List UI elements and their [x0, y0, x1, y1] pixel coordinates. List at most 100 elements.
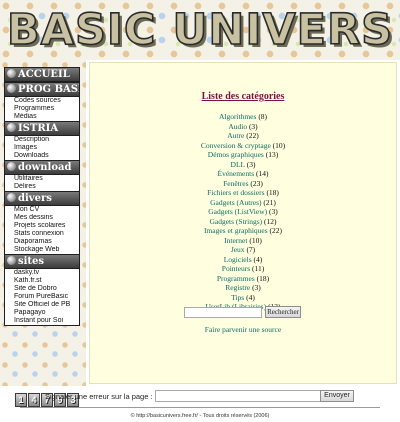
- category-link[interactable]: Tips: [231, 293, 244, 302]
- category-count: (18): [256, 273, 270, 283]
- sidebar-item-description[interactable]: Description: [5, 136, 79, 144]
- sidebar-group-divers: Mon CV Mes dessins Projets scolaires Sta…: [4, 206, 80, 255]
- category-count: (4): [246, 292, 255, 302]
- category-count: (10): [249, 235, 262, 245]
- bullet-icon: [7, 193, 16, 202]
- site-banner[interactable]: BASIC UNIVERS: [0, 0, 400, 60]
- sidebar-item-medias[interactable]: Médias: [5, 113, 79, 121]
- category-link[interactable]: Gadgets (Strings): [209, 217, 262, 226]
- sidebar-item-site-officiel-pb[interactable]: Site Officiel de PB: [5, 301, 79, 309]
- list-item: Conversion & cryptage (10): [90, 141, 396, 151]
- sidebar-item-projets-scolaires[interactable]: Projets scolaires: [5, 222, 79, 230]
- search-input[interactable]: [184, 307, 262, 318]
- sidebar-header-prog-basic[interactable]: PROG BASIC: [4, 82, 80, 97]
- list-item: Événements (14): [90, 169, 396, 179]
- main-content: Liste des catégories Algorithmes (8) Aud…: [89, 62, 397, 384]
- sidebar-header-sites[interactable]: sites: [4, 254, 80, 269]
- list-item: Jeux (7): [90, 245, 396, 255]
- list-item: Démos graphiques (13): [90, 150, 396, 160]
- list-item: Gadgets (ListView) (3): [90, 207, 396, 217]
- category-link[interactable]: Gadgets (Autres): [210, 198, 261, 207]
- sidebar-item-mes-dessins[interactable]: Mes dessins: [5, 214, 79, 222]
- category-list: Algorithmes (8) Audio (3) Autre (22) Con…: [90, 112, 396, 312]
- category-link[interactable]: Pointeurs: [222, 264, 250, 273]
- category-link[interactable]: Fichiers et dossiers: [207, 188, 265, 197]
- sidebar: ACCUEIL PROG BASIC Codes sources Program…: [0, 60, 86, 407]
- sidebar-header-accueil[interactable]: ACCUEIL: [4, 67, 80, 82]
- send-button[interactable]: Envoyer: [320, 390, 354, 402]
- sidebar-item-downloads[interactable]: Downloads: [5, 152, 79, 160]
- search-button[interactable]: Rechercher: [265, 306, 301, 318]
- list-item: Algorithmes (8): [90, 112, 396, 122]
- sidebar-header-label: sites: [18, 256, 45, 267]
- list-item: DLL (3): [90, 160, 396, 170]
- category-link[interactable]: Programmes: [217, 274, 255, 283]
- category-link[interactable]: DLL: [231, 160, 245, 169]
- sidebar-header-label: ACCUEIL: [18, 69, 70, 80]
- sidebar-item-delires[interactable]: Délires: [5, 183, 79, 191]
- category-link[interactable]: Gadgets (ListView): [208, 207, 267, 216]
- sidebar-item-programmes[interactable]: Programmes: [5, 105, 79, 113]
- list-item: Registre (3): [90, 283, 396, 293]
- sidebar-group-istria: Description Images Downloads: [4, 136, 80, 161]
- category-link[interactable]: Registre: [225, 283, 250, 292]
- sidebar-item-site-de-dobro[interactable]: Site de Dobro: [5, 285, 79, 293]
- category-link[interactable]: Fenêtres: [223, 179, 248, 188]
- category-count: (22): [269, 226, 283, 235]
- category-link[interactable]: Démos graphiques: [208, 150, 264, 159]
- sidebar-item-stockage-web[interactable]: Stockage Web: [5, 246, 79, 254]
- category-link[interactable]: Algorithmes: [219, 112, 257, 121]
- sidebar-item-instant-pour-soi[interactable]: Instant pour Soi: [5, 317, 79, 325]
- category-link[interactable]: Conversion & cryptage: [201, 141, 271, 150]
- sidebar-item-forum-purebasic[interactable]: Forum PureBasic: [5, 293, 79, 301]
- sidebar-item-dasky-tv[interactable]: dasky.tv: [5, 269, 79, 277]
- report-error-label: Signaler une erreur sur la page :: [45, 392, 153, 401]
- category-count: (14): [256, 169, 269, 178]
- page-title: Liste des catégories: [201, 91, 285, 102]
- category-link[interactable]: Internet: [224, 236, 247, 245]
- category-count: (7): [246, 245, 256, 254]
- sidebar-item-mon-cv[interactable]: Mon CV: [5, 206, 79, 214]
- category-count: (8): [258, 112, 268, 121]
- category-link[interactable]: Événements: [217, 169, 254, 178]
- category-link[interactable]: Jeux: [231, 245, 245, 254]
- sidebar-item-codes-sources[interactable]: Codes sources: [5, 97, 79, 105]
- counter-digit: 1: [15, 393, 27, 407]
- category-count: (3): [269, 207, 278, 216]
- category-count: (11): [252, 264, 265, 273]
- sidebar-item-utilitaires[interactable]: Utilitaires: [5, 175, 79, 183]
- counter-digit: 4: [28, 393, 40, 407]
- category-count: (4): [253, 254, 263, 264]
- list-item: Programmes (18): [90, 274, 396, 284]
- list-item: Tips (4): [90, 293, 396, 303]
- sidebar-item-kath[interactable]: Kath.fr.st: [5, 277, 79, 285]
- list-item: Fichiers et dossiers (18): [90, 188, 396, 198]
- site-logo-title: BASIC UNIVERS: [6, 4, 394, 56]
- sidebar-item-diaporamas[interactable]: Diaporamas: [5, 238, 79, 246]
- bullet-icon: [7, 123, 16, 132]
- category-link[interactable]: Audio: [228, 122, 247, 131]
- list-item: Pointeurs (11): [90, 264, 396, 274]
- bullet-icon: [7, 69, 16, 78]
- sidebar-header-istria[interactable]: ISTRIA: [4, 121, 80, 136]
- category-count: (18): [266, 188, 279, 197]
- category-count: (10): [272, 140, 286, 150]
- category-link[interactable]: Logiciels: [224, 255, 252, 264]
- copyright-notice: © http://basicunivers.free.fr/ - Tous dr…: [130, 413, 270, 419]
- sidebar-header-download[interactable]: download: [4, 160, 80, 175]
- sidebar-item-images[interactable]: Images: [5, 144, 79, 152]
- report-error-input[interactable]: [155, 390, 321, 402]
- category-count: (21): [263, 197, 276, 207]
- sidebar-item-stats-connexion[interactable]: Stats connexion: [5, 230, 79, 238]
- submit-source-link[interactable]: Faire parvenir une source: [90, 325, 396, 334]
- category-link[interactable]: Images et graphiques: [204, 226, 268, 235]
- category-link[interactable]: Autre: [227, 131, 244, 140]
- sidebar-group-download: Utilitaires Délires: [4, 175, 80, 192]
- list-item: Images et graphiques (22): [90, 226, 396, 236]
- list-item: Fenêtres (23): [90, 179, 396, 189]
- list-item: Logiciels (4): [90, 255, 396, 265]
- bullet-icon: [7, 162, 16, 171]
- sidebar-item-papagayo[interactable]: Papagayo: [5, 309, 79, 317]
- category-count: (3): [252, 283, 261, 292]
- sidebar-header-divers[interactable]: divers: [4, 191, 80, 206]
